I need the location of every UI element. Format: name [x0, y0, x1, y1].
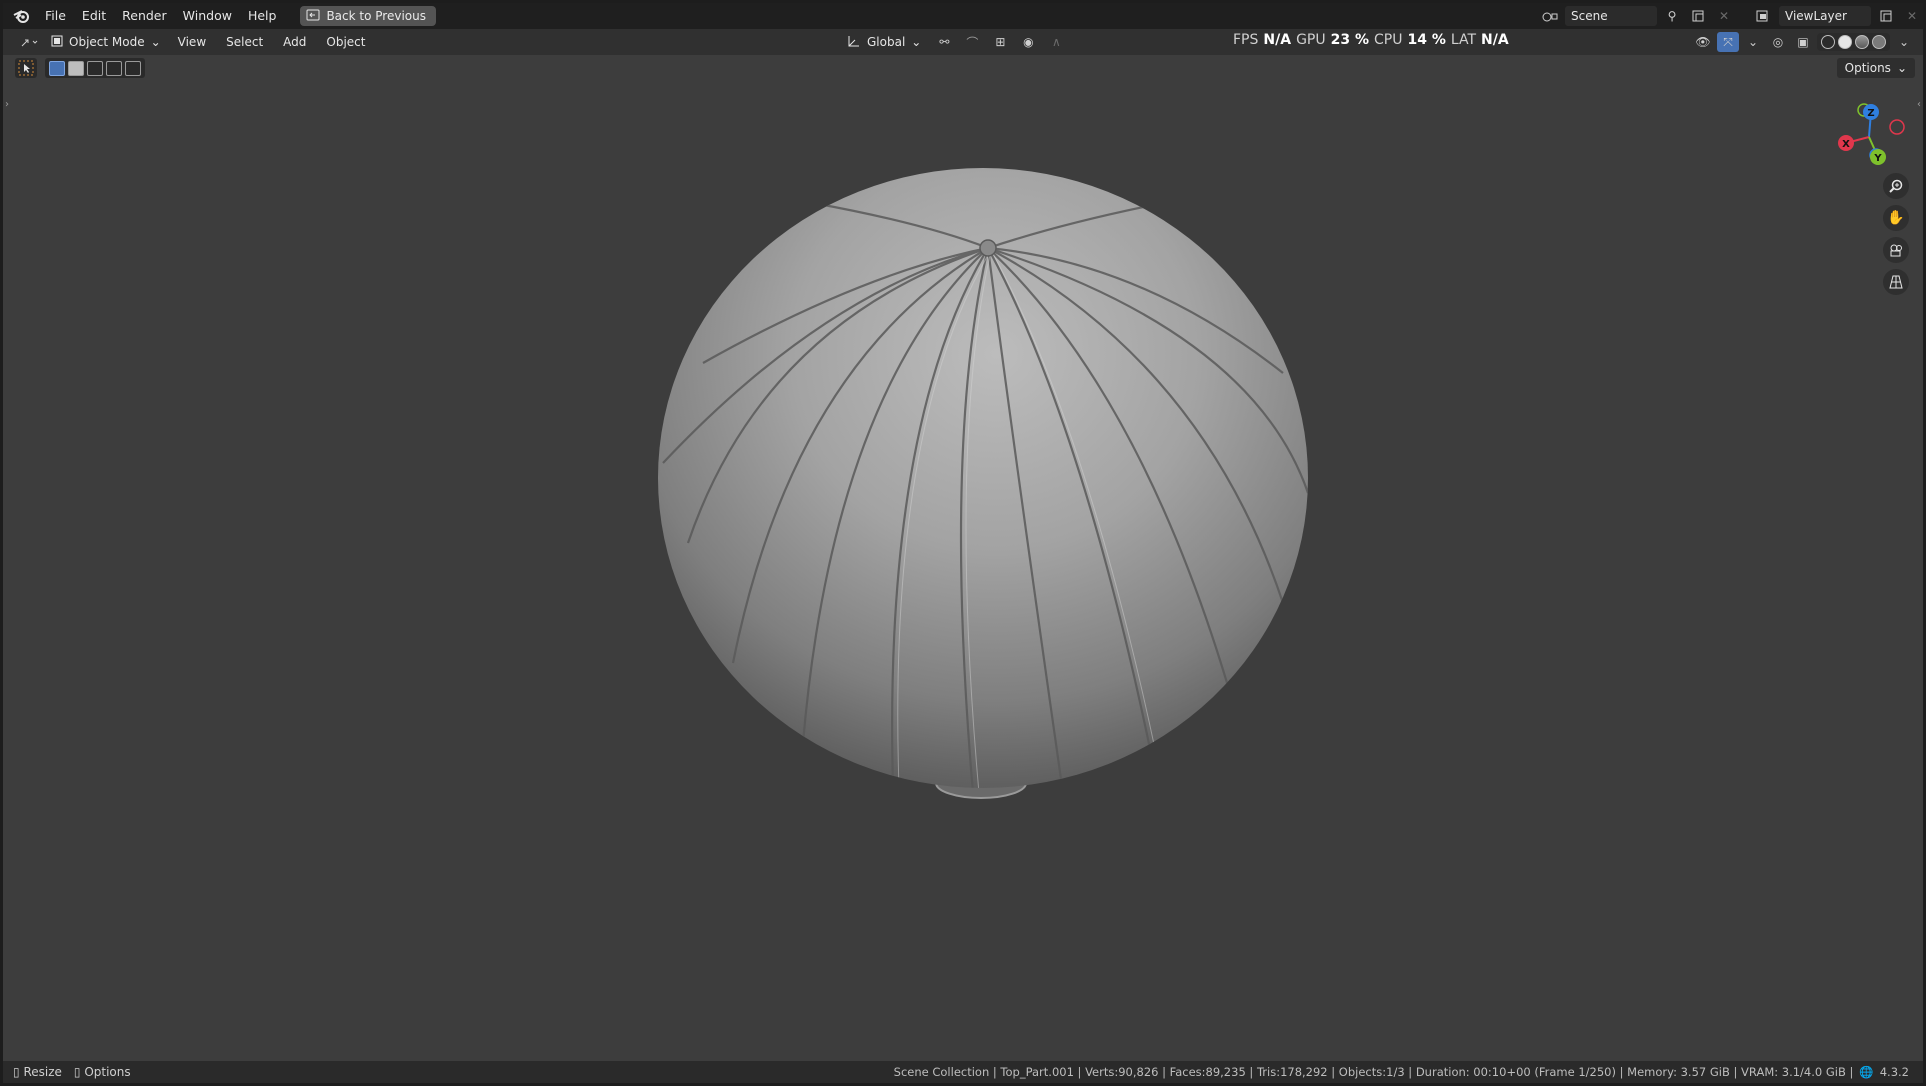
- scene-name: Scene: [1571, 9, 1608, 23]
- select-difference-icon[interactable]: [106, 60, 122, 76]
- chevron-down-icon: ⌄: [150, 35, 161, 49]
- back-icon: [306, 9, 320, 24]
- menu-render[interactable]: Render: [114, 6, 175, 26]
- status-right: Scene Collection | Top_Part.001 | Verts:…: [894, 1065, 1909, 1079]
- visibility-icon[interactable]: 👁: [1692, 32, 1714, 52]
- delete-scene-icon[interactable]: ✕: [1713, 6, 1735, 26]
- orientation-icon: [847, 34, 861, 51]
- tool-settings-row: [15, 58, 145, 78]
- transform-orientation-label: Global: [867, 35, 906, 49]
- object-mode-icon: [51, 35, 63, 50]
- scene-name-field[interactable]: Scene: [1565, 6, 1657, 26]
- fps-value: N/A: [1263, 32, 1292, 48]
- scene-statistics: Scene Collection | Top_Part.001 | Verts:…: [893, 1065, 1854, 1079]
- fps-label: FPS: [1233, 32, 1259, 48]
- camera-view-icon[interactable]: [1883, 237, 1909, 263]
- viewport-navigation-buttons: ✋: [1883, 173, 1909, 295]
- chevron-down-icon: ⌄: [1896, 61, 1907, 75]
- select-tool-icon[interactable]: [15, 58, 37, 78]
- blender-version: 4.3.2: [1879, 1065, 1909, 1079]
- options-label: Options: [1844, 61, 1891, 75]
- blender-logo-icon[interactable]: [11, 5, 33, 27]
- chevron-down-icon[interactable]: ⌄: [1893, 32, 1915, 52]
- rendered-shading-icon[interactable]: [1872, 35, 1886, 49]
- new-viewlayer-icon[interactable]: [1875, 6, 1897, 26]
- menu-edit[interactable]: Edit: [74, 6, 114, 26]
- object-mode-label: Object Mode: [69, 35, 145, 49]
- select-subtract-icon[interactable]: [87, 60, 103, 76]
- performance-stats: FPS N/A GPU 23 % CPU 14 % LAT N/A: [1233, 32, 1509, 48]
- viewport-menu-select[interactable]: Select: [217, 32, 272, 52]
- pan-hand-icon[interactable]: ✋: [1883, 205, 1909, 231]
- viewport-menu-object[interactable]: Object: [317, 32, 374, 52]
- options-hint-label: Options: [84, 1065, 131, 1079]
- snap-increment-icon[interactable]: ⊞: [989, 32, 1011, 52]
- mouse-icon: ▯: [13, 1065, 20, 1079]
- chevron-down-icon: ⌄: [911, 35, 922, 49]
- viewport-header: Object Mode ⌄ View Select Add Object Glo…: [3, 29, 1923, 55]
- cpu-label: CPU: [1374, 32, 1403, 48]
- resize-label: Resize: [23, 1065, 62, 1079]
- lat-value: N/A: [1481, 32, 1509, 48]
- solid-shading-icon[interactable]: [1838, 35, 1852, 49]
- viewport-menu-add[interactable]: Add: [274, 32, 315, 52]
- xray-icon[interactable]: ▣: [1792, 32, 1814, 52]
- material-shading-icon[interactable]: [1855, 35, 1869, 49]
- gpu-label: GPU: [1296, 32, 1326, 48]
- menu-window[interactable]: Window: [175, 6, 240, 26]
- lat-label: LAT: [1450, 32, 1477, 48]
- options-dropdown[interactable]: Options ⌄: [1836, 58, 1915, 78]
- transform-orientation-dropdown[interactable]: Global ⌄: [841, 32, 927, 52]
- new-scene-icon[interactable]: [1687, 6, 1709, 26]
- globe-icon: 🌐: [1859, 1065, 1874, 1079]
- resize-hint: ▯ Resize: [13, 1065, 62, 1079]
- menu-help[interactable]: Help: [240, 6, 285, 26]
- viewport-header-left: Object Mode ⌄ View Select Add Object: [15, 32, 375, 52]
- falloff-icon[interactable]: ∧: [1045, 32, 1067, 52]
- menu-file[interactable]: File: [37, 6, 74, 26]
- editor-type-icon[interactable]: [15, 32, 43, 52]
- back-to-previous-button[interactable]: Back to Previous: [300, 6, 436, 26]
- select-new-icon[interactable]: [49, 60, 65, 76]
- back-to-previous-label: Back to Previous: [326, 9, 426, 23]
- perspective-grid-icon[interactable]: [1883, 269, 1909, 295]
- options-hint: ▯ Options: [74, 1065, 131, 1079]
- ribbed-sphere-object[interactable]: [643, 163, 1323, 813]
- pivot-point-icon[interactable]: ⚯: [933, 32, 955, 52]
- gizmo-y-label: Y: [1873, 153, 1882, 164]
- proportional-editing-icon[interactable]: ◉: [1017, 32, 1039, 52]
- delete-viewlayer-icon[interactable]: ✕: [1901, 6, 1923, 26]
- object-mode-dropdown[interactable]: Object Mode ⌄: [45, 32, 167, 52]
- left-panel-toggle-icon[interactable]: ›: [5, 99, 9, 110]
- viewlayer-name: ViewLayer: [1785, 9, 1847, 23]
- gizmo-x-label: X: [1842, 139, 1850, 150]
- cpu-value: 14 %: [1407, 32, 1446, 48]
- selection-mode-group: [45, 58, 145, 78]
- viewlayer-browse-icon[interactable]: [1753, 6, 1775, 26]
- gizmo-z-label: Z: [1867, 108, 1874, 119]
- mouse-icon: ▯: [73, 1065, 81, 1079]
- scene-browse-icon[interactable]: [1539, 6, 1561, 26]
- top-menubar: File Edit Render Window Help Back to Pre…: [3, 3, 1923, 29]
- gpu-value: 23 %: [1330, 32, 1369, 48]
- snap-icon[interactable]: ⌒: [961, 32, 983, 52]
- status-bar: ▯ Resize ▯ Options Scene Collection | To…: [3, 1061, 1923, 1083]
- viewlayer-name-field[interactable]: ViewLayer: [1779, 6, 1871, 26]
- shading-modes: [1817, 33, 1890, 51]
- select-intersect-icon[interactable]: [125, 60, 141, 76]
- status-left: ▯ Resize ▯ Options: [13, 1065, 131, 1079]
- overlays-icon[interactable]: ◎: [1767, 32, 1789, 52]
- viewport-display-tools: 👁 ⤧ ⌄ ◎ ▣ ⌄: [1692, 32, 1915, 52]
- blender-window: File Edit Render Window Help Back to Pre…: [3, 3, 1923, 1083]
- navigation-gizmo[interactable]: Z X Y: [1821, 95, 1921, 175]
- wireframe-shading-icon[interactable]: [1821, 35, 1835, 49]
- select-extend-icon[interactable]: [68, 60, 84, 76]
- viewport-menu-view[interactable]: View: [169, 32, 215, 52]
- transform-tools: Global ⌄ ⚯ ⌒ ⊞ ◉ ∧: [841, 32, 1067, 52]
- top-right-controls: Scene ⚲ ✕ ViewLayer ✕: [1539, 6, 1923, 26]
- gizmo-toggle-icon[interactable]: ⤧: [1717, 32, 1739, 52]
- zoom-icon[interactable]: [1883, 173, 1909, 199]
- chevron-down-icon[interactable]: ⌄: [1742, 32, 1764, 52]
- pin-icon[interactable]: ⚲: [1661, 6, 1683, 26]
